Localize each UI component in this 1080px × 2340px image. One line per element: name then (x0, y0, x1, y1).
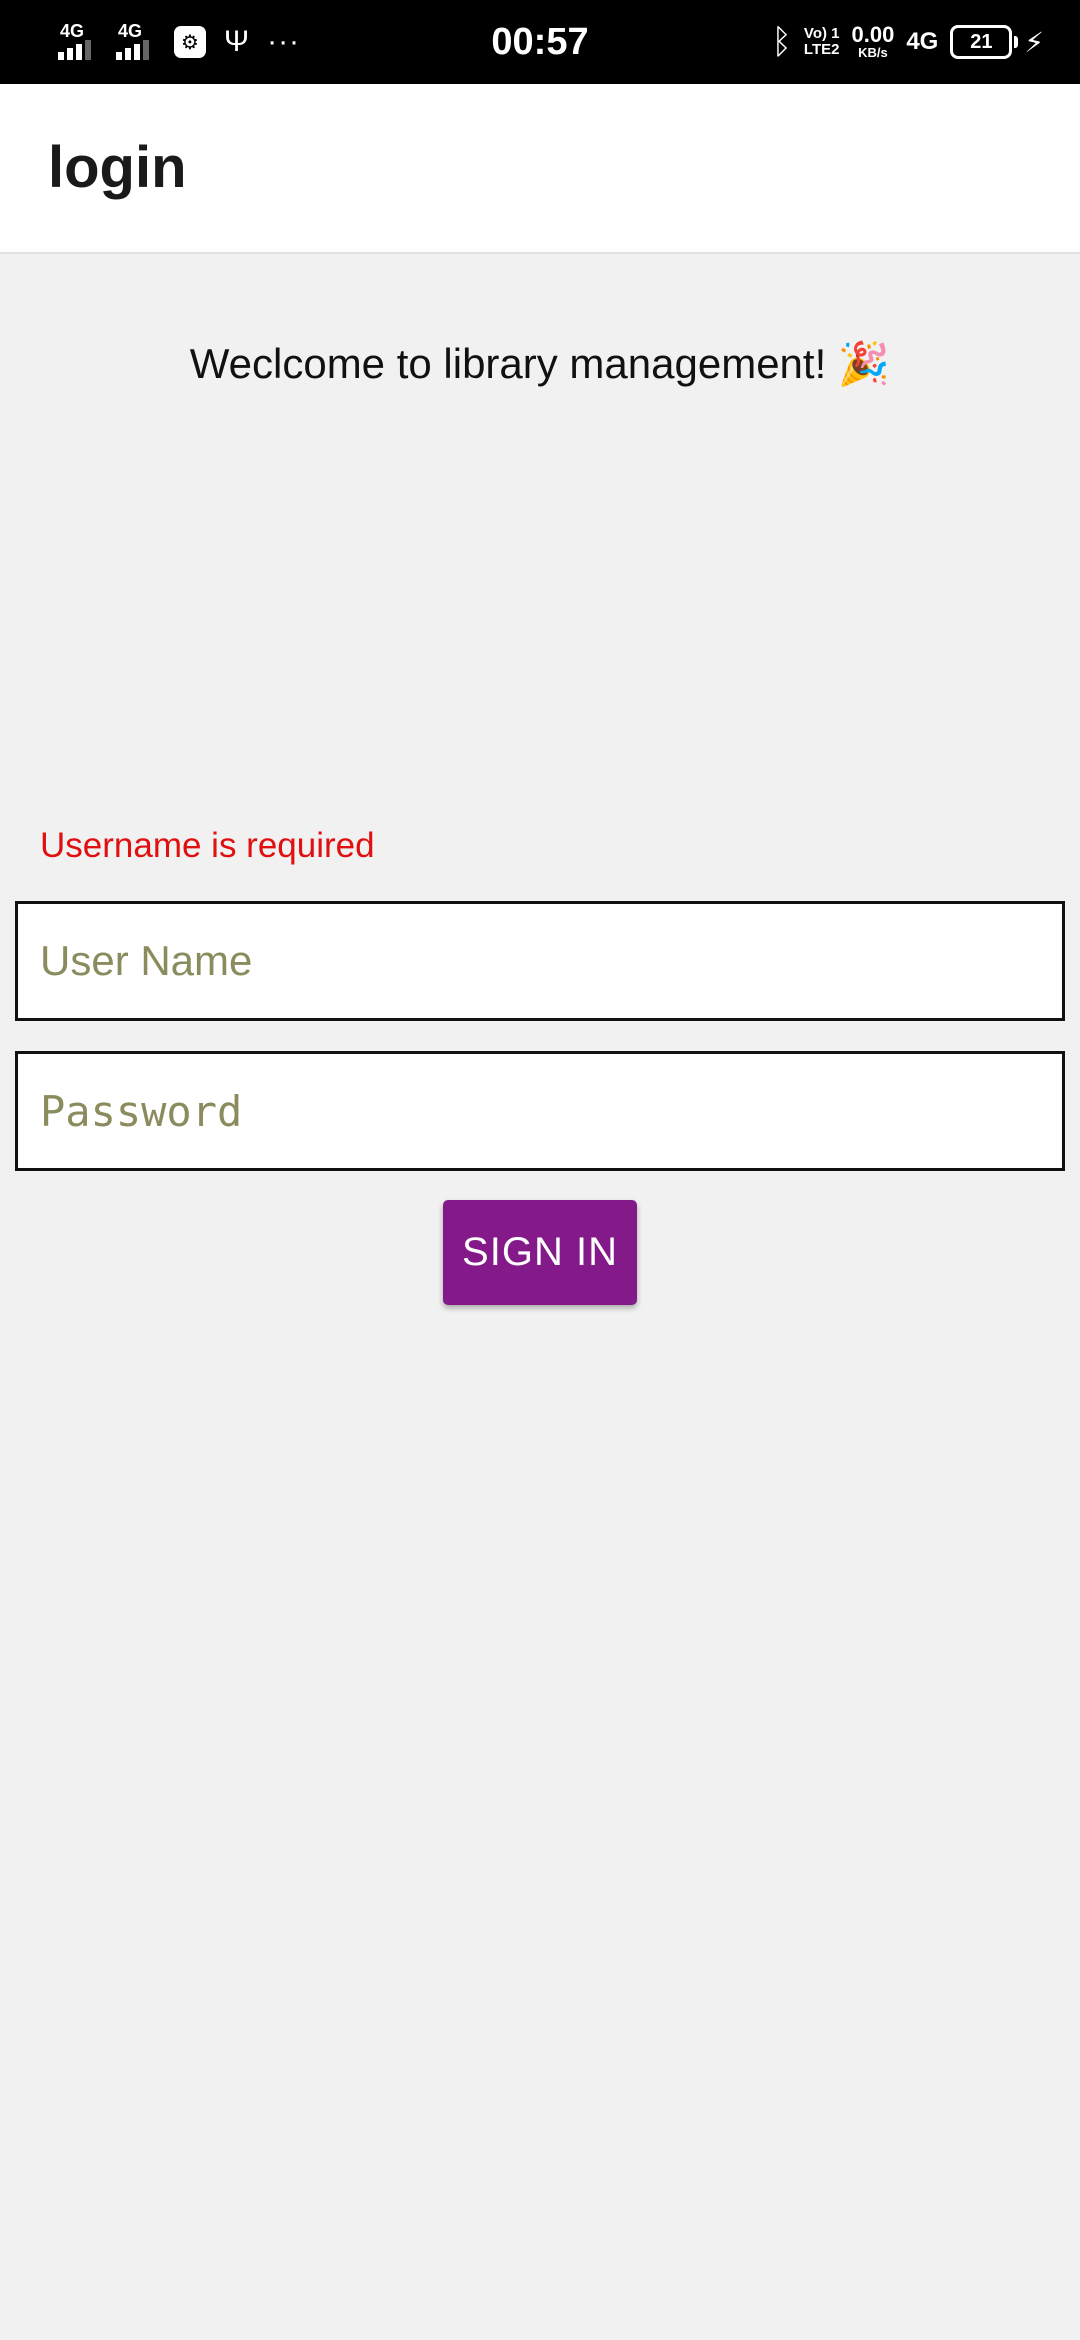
usb-debug-icon: ⚙ (174, 26, 206, 58)
battery-icon: 21 (950, 25, 1019, 59)
status-bar-right: ᛒ Vo) 1 LTE2 0.00 KB/s 4G 21 ⚡ (772, 18, 1044, 66)
password-input[interactable] (15, 1051, 1065, 1171)
bluetooth-icon: ᛒ (771, 23, 792, 61)
data-network-label: 4G (906, 28, 939, 55)
sim1-signal-icon: 4G (58, 22, 98, 62)
username-input[interactable] (15, 901, 1065, 1021)
volte-top-label: Vo) 1 (803, 25, 840, 42)
sim1-network-label: 4G (60, 21, 85, 41)
sim2-network-label: 4G (118, 21, 143, 41)
overflow-dots-icon: ··· (267, 25, 301, 58)
network-speed-unit: KB/s (858, 45, 888, 60)
volte-indicator: Vo) 1 LTE2 (804, 26, 840, 58)
network-speed-value: 0.00 (851, 22, 895, 47)
sign-in-button[interactable]: SIGN IN (443, 1200, 637, 1305)
page-title: login (48, 135, 187, 200)
welcome-message: Weclcome to library management! 🎉 (189, 340, 891, 387)
bolt-icon: ⚡ (1024, 26, 1044, 58)
sim2-signal-icon: 4G (116, 22, 156, 62)
network-speed: 0.00 KB/s (851, 24, 894, 60)
username-error-message: Username is required (40, 826, 375, 865)
app-bar: login (0, 84, 1080, 254)
status-bar: 4G 4G ⚙ Ψ ··· 00:57 ᛒ Vo) 1 LTE2 0.00 KB… (0, 0, 1080, 84)
battery-level: 21 (970, 30, 993, 53)
usb-icon: Ψ (224, 25, 250, 58)
volte-bottom-label: LTE2 (803, 41, 840, 58)
status-bar-left: 4G 4G ⚙ Ψ ··· (58, 18, 300, 66)
